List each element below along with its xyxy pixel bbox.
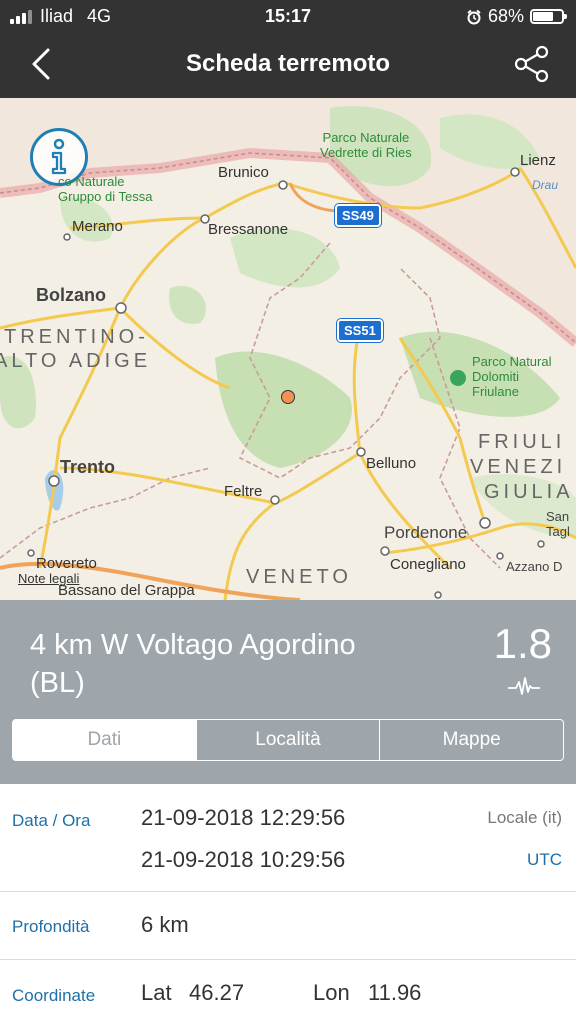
quake-header: 4 km W Voltago Agordino (BL) 1.8 Dati Lo… <box>0 600 576 784</box>
park-dolomiti-line3: Friulane <box>472 384 519 399</box>
park-dolomiti-line1: Parco Natural <box>472 354 552 369</box>
road-shield-ss51: SS51 <box>337 319 383 342</box>
status-bar: Iliad 4G 15:17 68% <box>0 0 576 32</box>
city-lienz: Lienz <box>520 152 556 169</box>
city-feltre: Feltre <box>224 483 263 500</box>
battery-percent: 68% <box>487 6 524 26</box>
park-tessa-line2: Gruppo di Tessa <box>58 189 153 204</box>
city-bolzano: Bolzano <box>36 285 106 305</box>
epicenter-marker[interactable] <box>281 390 295 404</box>
local-time-tag: Locale (it) <box>487 808 562 827</box>
utc-time-tag: UTC <box>527 850 562 869</box>
share-icon[interactable] <box>512 44 552 84</box>
city-rovereto: Rovereto <box>36 555 97 572</box>
park-ries-line1: Parco Naturale <box>322 130 410 145</box>
city-trento: Trento <box>60 457 116 477</box>
utc-time-value: 21-09-2018 10:29:56 <box>141 847 346 872</box>
magnitude-value: 1.8 <box>493 620 552 667</box>
depth-value: 6 km <box>141 912 189 937</box>
datetime-label: Data / Ora <box>12 811 91 830</box>
river-drau: Drau <box>532 178 559 192</box>
battery-icon <box>530 9 567 24</box>
city-belluno: Belluno <box>366 455 417 472</box>
park-tessa: co Naturale Gruppo di Tessa <box>58 174 152 204</box>
depth-label: Profondità <box>12 917 90 936</box>
park-ries: Parco Naturale Vedrette di Ries <box>320 130 412 160</box>
city-san-tagl-1: San <box>546 509 570 524</box>
coordinates-label: Coordinate <box>12 986 96 1005</box>
city-bressanone: Bressanone <box>208 221 289 238</box>
park-dolomiti: Parco Natural Dolomiti Friulane <box>472 354 551 399</box>
city-brunico: Brunico <box>218 164 269 181</box>
quake-location-line1: 4 km W Voltago Agordino <box>30 629 356 661</box>
map-view[interactable]: Parco Naturale Vedrette di Ries co Natura… <box>0 98 576 600</box>
tab-localita[interactable]: Località <box>195 720 380 760</box>
legal-link[interactable]: Note legali <box>18 571 79 586</box>
lat-label: Lat <box>141 980 172 1005</box>
park-tessa-line1: co Naturale <box>58 174 125 189</box>
tab-mappe[interactable]: Mappe <box>379 720 563 760</box>
quake-location-line2: (BL) <box>30 667 85 699</box>
road-shield-ss49: SS49 <box>335 204 381 227</box>
region-friuli-3: GIULIA <box>484 481 574 503</box>
lat-value: 46.27 <box>189 980 245 1005</box>
city-azzano: Azzano D <box>506 559 563 574</box>
region-friuli-1: FRIULI <box>478 431 566 453</box>
region-trentino-2: ALTO ADIGE <box>0 350 152 372</box>
city-conegliano: Conegliano <box>390 556 466 573</box>
local-time-value: 21-09-2018 12:29:56 <box>141 805 346 830</box>
region-friuli-2: VENEZI <box>470 456 567 478</box>
details-list: Data / Ora 21-09-2018 12:29:56 Locale (i… <box>0 784 576 1030</box>
row-coordinates: Coordinate Lat 46.27 Lon 11.96 <box>0 960 576 1030</box>
tab-dati[interactable]: Dati <box>13 720 196 760</box>
row-datetime: Data / Ora 21-09-2018 12:29:56 Locale (i… <box>0 784 576 892</box>
lon-label: Lon <box>313 980 350 1005</box>
page-title: Scheda terremoto <box>185 50 391 77</box>
alarm-icon <box>467 9 481 24</box>
seismograph-icon <box>508 677 540 695</box>
status-right: 68% <box>466 6 567 27</box>
region-veneto: VENETO <box>246 566 352 588</box>
region-trentino-1: TRENTINO- <box>4 326 149 348</box>
city-san-tagl-2: Tagl <box>546 524 570 539</box>
nav-bar: Scheda terremoto <box>0 32 576 98</box>
city-merano: Merano <box>72 218 123 235</box>
row-depth: Profondità 6 km <box>0 892 576 960</box>
city-pordenone: Pordenone <box>384 523 468 542</box>
lon-value: 11.96 <box>368 980 422 1005</box>
park-ries-line2: Vedrette di Ries <box>320 145 412 160</box>
park-dolomiti-line2: Dolomiti <box>472 369 519 384</box>
quake-location: 4 km W Voltago Agordino (BL) <box>30 626 450 702</box>
tab-bar: Dati Località Mappe <box>12 719 564 761</box>
